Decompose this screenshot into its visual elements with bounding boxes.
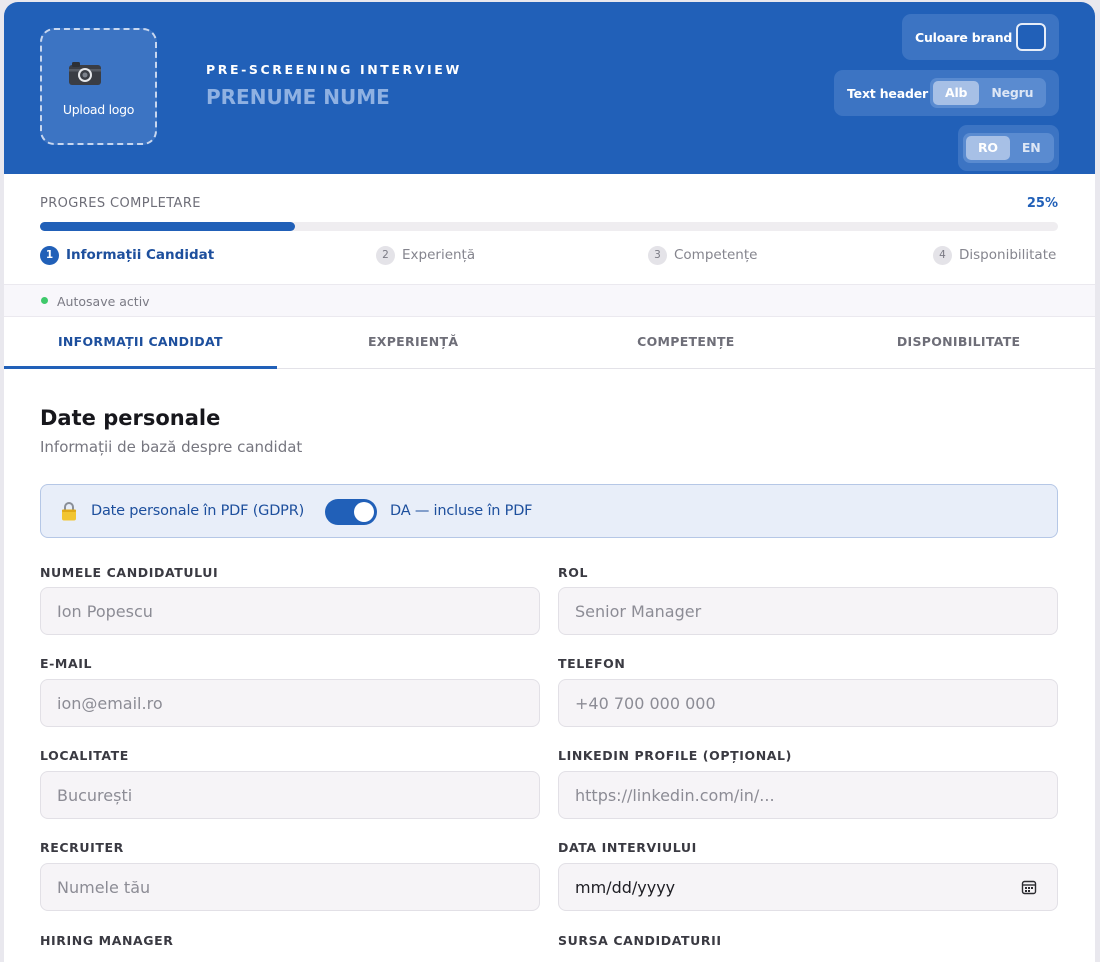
tab-experienta[interactable]: EXPERIENȚĂ — [277, 317, 550, 368]
autosave-label: Autosave activ — [57, 294, 150, 309]
tab-competente[interactable]: COMPETENȚE — [550, 317, 823, 368]
logo-upload-button[interactable]: Upload logo — [40, 28, 157, 145]
phone-label: TELEFON — [558, 656, 626, 671]
header: Upload logo PRE-SCREENING INTERVIEW PREN… — [4, 2, 1095, 174]
hiring-manager-label: HIRING MANAGER — [40, 933, 174, 948]
calendar-icon[interactable] — [1021, 879, 1037, 895]
logo-upload-label: Upload logo — [62, 102, 135, 117]
text-header-label: Text header — [847, 86, 928, 101]
city-label: LOCALITATE — [40, 748, 129, 763]
text-header-option-alb[interactable]: Alb — [933, 81, 980, 105]
interview-eyebrow: PRE-SCREENING INTERVIEW — [206, 62, 462, 77]
brand-color-control: Culoare brand — [902, 14, 1059, 60]
step-competente[interactable]: 3 Competențe — [648, 245, 757, 265]
step-informatii-candidat[interactable]: 1 Informații Candidat — [40, 245, 214, 265]
role-label: ROL — [558, 565, 589, 580]
gdpr-banner: Date personale în PDF (GDPR) DA — inclus… — [40, 484, 1058, 538]
step-label: Experiență — [402, 247, 476, 263]
gdpr-state-label: DA — incluse în PDF — [390, 503, 533, 519]
candidate-source-label: SURSA CANDIDATURII — [558, 933, 722, 948]
language-option-en[interactable]: EN — [1010, 136, 1053, 160]
interview-date-label: DATA INTERVIULUI — [558, 840, 697, 855]
app-window: Upload logo PRE-SCREENING INTERVIEW PREN… — [4, 2, 1095, 962]
phone-input[interactable] — [558, 679, 1058, 727]
gdpr-toggle[interactable] — [325, 499, 377, 525]
tab-disponibilitate[interactable]: DISPONIBILITATE — [822, 317, 1095, 368]
gdpr-label: Date personale în PDF (GDPR) — [91, 503, 305, 519]
step-number: 4 — [933, 245, 952, 265]
text-header-option-negru[interactable]: Negru — [979, 81, 1045, 105]
candidate-name-input[interactable] — [40, 587, 540, 635]
interview-date-input[interactable] — [558, 863, 1058, 911]
brand-color-swatch[interactable] — [1016, 23, 1046, 51]
step-number: 2 — [376, 245, 395, 265]
step-label: Competențe — [674, 247, 758, 263]
step-number: 1 — [40, 245, 59, 265]
progress-bar — [40, 222, 1058, 231]
language-option-ro[interactable]: RO — [966, 136, 1010, 160]
step-disponibilitate[interactable]: 4 Disponibilitate — [933, 245, 1056, 265]
autosave-status-dot — [41, 297, 48, 304]
progress-bar-fill — [40, 222, 295, 231]
text-header-control: Text header Alb Negru — [834, 70, 1059, 116]
language-control: RO EN — [958, 125, 1059, 171]
progress-label: PROGRES COMPLETARE — [40, 196, 201, 211]
section-subtitle: Informații de bază despre candidat — [40, 438, 303, 456]
linkedin-input[interactable] — [558, 771, 1058, 819]
candidate-name-heading[interactable]: PRENUME NUME — [206, 85, 390, 109]
section-title: Date personale — [40, 406, 221, 430]
city-input[interactable] — [40, 771, 540, 819]
candidate-name-label: NUMELE CANDIDATULUI — [40, 565, 219, 580]
recruiter-input[interactable] — [40, 863, 540, 911]
step-number: 3 — [648, 245, 667, 265]
linkedin-label: LINKEDIN PROFILE (OPȚIONAL) — [558, 748, 792, 763]
lock-icon — [62, 502, 76, 521]
text-header-segmented: Alb Negru — [930, 78, 1046, 108]
email-label: E-MAIL — [40, 656, 93, 671]
camera-icon — [69, 62, 101, 85]
role-input[interactable] — [558, 587, 1058, 635]
section-tabs: INFORMAȚII CANDIDAT EXPERIENȚĂ COMPETENȚ… — [4, 317, 1095, 369]
recruiter-label: RECRUITER — [40, 840, 124, 855]
toggle-knob — [354, 502, 374, 522]
step-label: Informații Candidat — [66, 247, 215, 263]
step-experienta[interactable]: 2 Experiență — [376, 245, 475, 265]
progress-percent: 25% — [1026, 196, 1058, 211]
tab-informatii-candidat[interactable]: INFORMAȚII CANDIDAT — [4, 317, 277, 369]
autosave-bar: Autosave activ — [4, 284, 1095, 317]
language-segmented: RO EN — [963, 133, 1054, 163]
brand-color-label: Culoare brand — [915, 30, 1013, 45]
email-input[interactable] — [40, 679, 540, 727]
step-label: Disponibilitate — [959, 247, 1057, 263]
